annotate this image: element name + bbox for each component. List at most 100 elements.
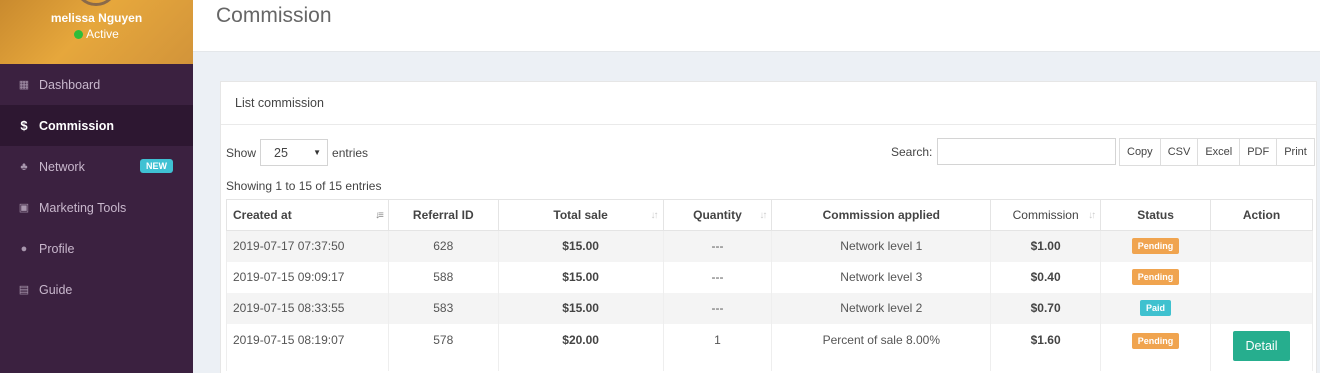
cell-commission: $1.60 (990, 323, 1102, 371)
copy-button[interactable]: Copy (1119, 138, 1161, 166)
sidebar-item-profile[interactable]: ● Profile (0, 228, 193, 269)
user-status-label: Active (86, 27, 119, 41)
cell-commission: $0.70 (990, 292, 1102, 324)
sidebar-item-label: Dashboard (39, 77, 101, 92)
image-icon: ▣ (18, 202, 30, 214)
sidebar-item-label: Commission (39, 118, 115, 133)
pdf-button[interactable]: PDF (1239, 138, 1278, 166)
table-row: 2019-07-17 07:37:50 628 $15.00 --- Netwo… (226, 230, 1313, 262)
header-commission-applied[interactable]: Commission applied (771, 199, 992, 231)
cell-commission: $1.00 (990, 230, 1102, 262)
sitemap-icon: ♣ (20, 160, 28, 173)
page-length-value: 25 (274, 145, 288, 160)
sidebar-item-label: Marketing Tools (39, 200, 127, 215)
cell-referral-id: 588 (387, 261, 499, 293)
user-status: Active (0, 27, 193, 41)
cell-action (1210, 292, 1313, 324)
page-length-select[interactable]: 25 ▼ (260, 139, 329, 166)
sidebar-item-label: Guide (39, 282, 73, 297)
sidebar-item-label: Profile (39, 241, 75, 256)
header-total-sale[interactable]: Total sale ↓↑ (497, 199, 664, 231)
user-name: melissa Nguyen (50, 11, 143, 25)
cell-referral-id: 628 (387, 230, 499, 262)
table-row: 2019-07-15 08:33:55 583 $15.00 --- Netwo… (226, 292, 1313, 324)
sidebar-item-label: Network (39, 159, 85, 174)
status-badge: Pending (1131, 238, 1180, 255)
table-row: 2019-07-15 09:09:17 588 $15.00 --- Netwo… (226, 261, 1313, 293)
user-circle-icon: ● (20, 242, 28, 255)
table-info: Showing 1 to 15 of 15 entries (226, 179, 382, 193)
caret-down-icon: ▼ (313, 148, 322, 157)
search-input[interactable] (937, 138, 1117, 165)
print-button[interactable]: Print (1276, 138, 1315, 166)
csv-button[interactable]: CSV (1159, 138, 1199, 166)
cell-quantity: --- (662, 292, 773, 324)
box-title: List commission (221, 82, 1316, 125)
sidebar-item-guide[interactable]: ▤ Guide (0, 269, 193, 310)
sidebar-item-commission[interactable]: $ Commission (0, 105, 193, 146)
cell-created-at: 2019-07-15 08:33:55 (226, 292, 389, 324)
show-label: Show (226, 145, 257, 160)
export-buttons: Copy CSV Excel PDF Print (1119, 138, 1315, 166)
cell-commission-applied: Percent of sale 8.00% (771, 323, 992, 371)
entries-label: entries (332, 145, 369, 160)
status-badge: Pending (1131, 269, 1180, 285)
header-action: Action (1210, 199, 1313, 231)
commission-box: List commission Show 25 ▼ entries Search… (220, 81, 1317, 373)
cell-action (1210, 261, 1313, 293)
sort-desc-icon: ↓≡ (374, 210, 384, 221)
header-referral-id[interactable]: Referral ID (387, 199, 499, 231)
sidebar: melissa Nguyen Active ▦ Dashboard $ Comm… (0, 0, 193, 373)
cell-commission-applied: Network level 1 (771, 230, 992, 262)
sort-icon: ↓↑ (1088, 210, 1096, 221)
commission-table: Created at ↓≡ Referral ID Total sale ↓↑ Qu… (226, 199, 1313, 371)
cell-created-at: 2019-07-17 07:37:50 (226, 230, 389, 262)
cell-commission: $0.40 (990, 261, 1102, 293)
cell-created-at: 2019-07-15 09:09:17 (226, 261, 389, 293)
cell-status: Paid (1100, 292, 1211, 324)
cell-total-sale: $15.00 (497, 230, 664, 262)
header-quantity[interactable]: Quantity ↓↑ (662, 199, 773, 231)
sidebar-menu: ▦ Dashboard $ Commission ♣ Network NEW ▣… (0, 64, 193, 310)
status-badge: Paid (1140, 300, 1172, 316)
sidebar-item-marketing-tools[interactable]: ▣ Marketing Tools (0, 187, 193, 228)
cell-status: Pending (1100, 261, 1211, 293)
book-icon: ▤ (18, 284, 30, 296)
header-commission[interactable]: Commission ↓↑ (990, 199, 1102, 231)
cell-action: Detail (1210, 323, 1313, 371)
cell-status: Pending (1100, 323, 1211, 371)
page-header: Commission (193, 0, 1320, 52)
cell-total-sale: $15.00 (497, 292, 664, 324)
sidebar-item-dashboard[interactable]: ▦ Dashboard (0, 64, 193, 105)
cell-action (1210, 230, 1313, 262)
cell-quantity: 1 (662, 323, 773, 371)
page-title: Commission (216, 4, 332, 27)
cell-referral-id: 578 (387, 323, 499, 371)
cell-status: Pending (1100, 230, 1211, 262)
header-created-at[interactable]: Created at ↓≡ (226, 199, 389, 231)
sort-icon: ↓↑ (650, 210, 659, 221)
excel-button[interactable]: Excel (1197, 138, 1241, 166)
header-status[interactable]: Status (1100, 199, 1211, 231)
new-badge: NEW (140, 159, 173, 173)
status-badge: Pending (1131, 332, 1180, 349)
cell-quantity: --- (662, 230, 773, 262)
online-dot-icon (74, 30, 84, 39)
cell-total-sale: $15.00 (497, 261, 664, 293)
cell-total-sale: $20.00 (497, 323, 664, 371)
cell-created-at: 2019-07-15 08:19:07 (226, 323, 389, 371)
table-header-row: Created at ↓≡ Referral ID Total sale ↓↑ Qu… (226, 199, 1313, 231)
cell-commission-applied: Network level 2 (771, 292, 992, 324)
dollar-icon: $ (20, 118, 28, 133)
cell-quantity: --- (662, 261, 773, 293)
cell-referral-id: 583 (387, 292, 499, 324)
avatar[interactable] (74, 0, 118, 6)
search-control: Search: (891, 138, 1117, 165)
user-panel: melissa Nguyen Active (0, 0, 193, 64)
page-length-control: Show 25 ▼ entries (226, 139, 368, 166)
detail-button[interactable]: Detail (1232, 330, 1291, 361)
search-label: Search: (891, 144, 933, 159)
sidebar-item-network[interactable]: ♣ Network NEW (0, 146, 193, 187)
dashboard-icon: ▦ (18, 79, 30, 91)
cell-commission-applied: Network level 3 (771, 261, 992, 293)
